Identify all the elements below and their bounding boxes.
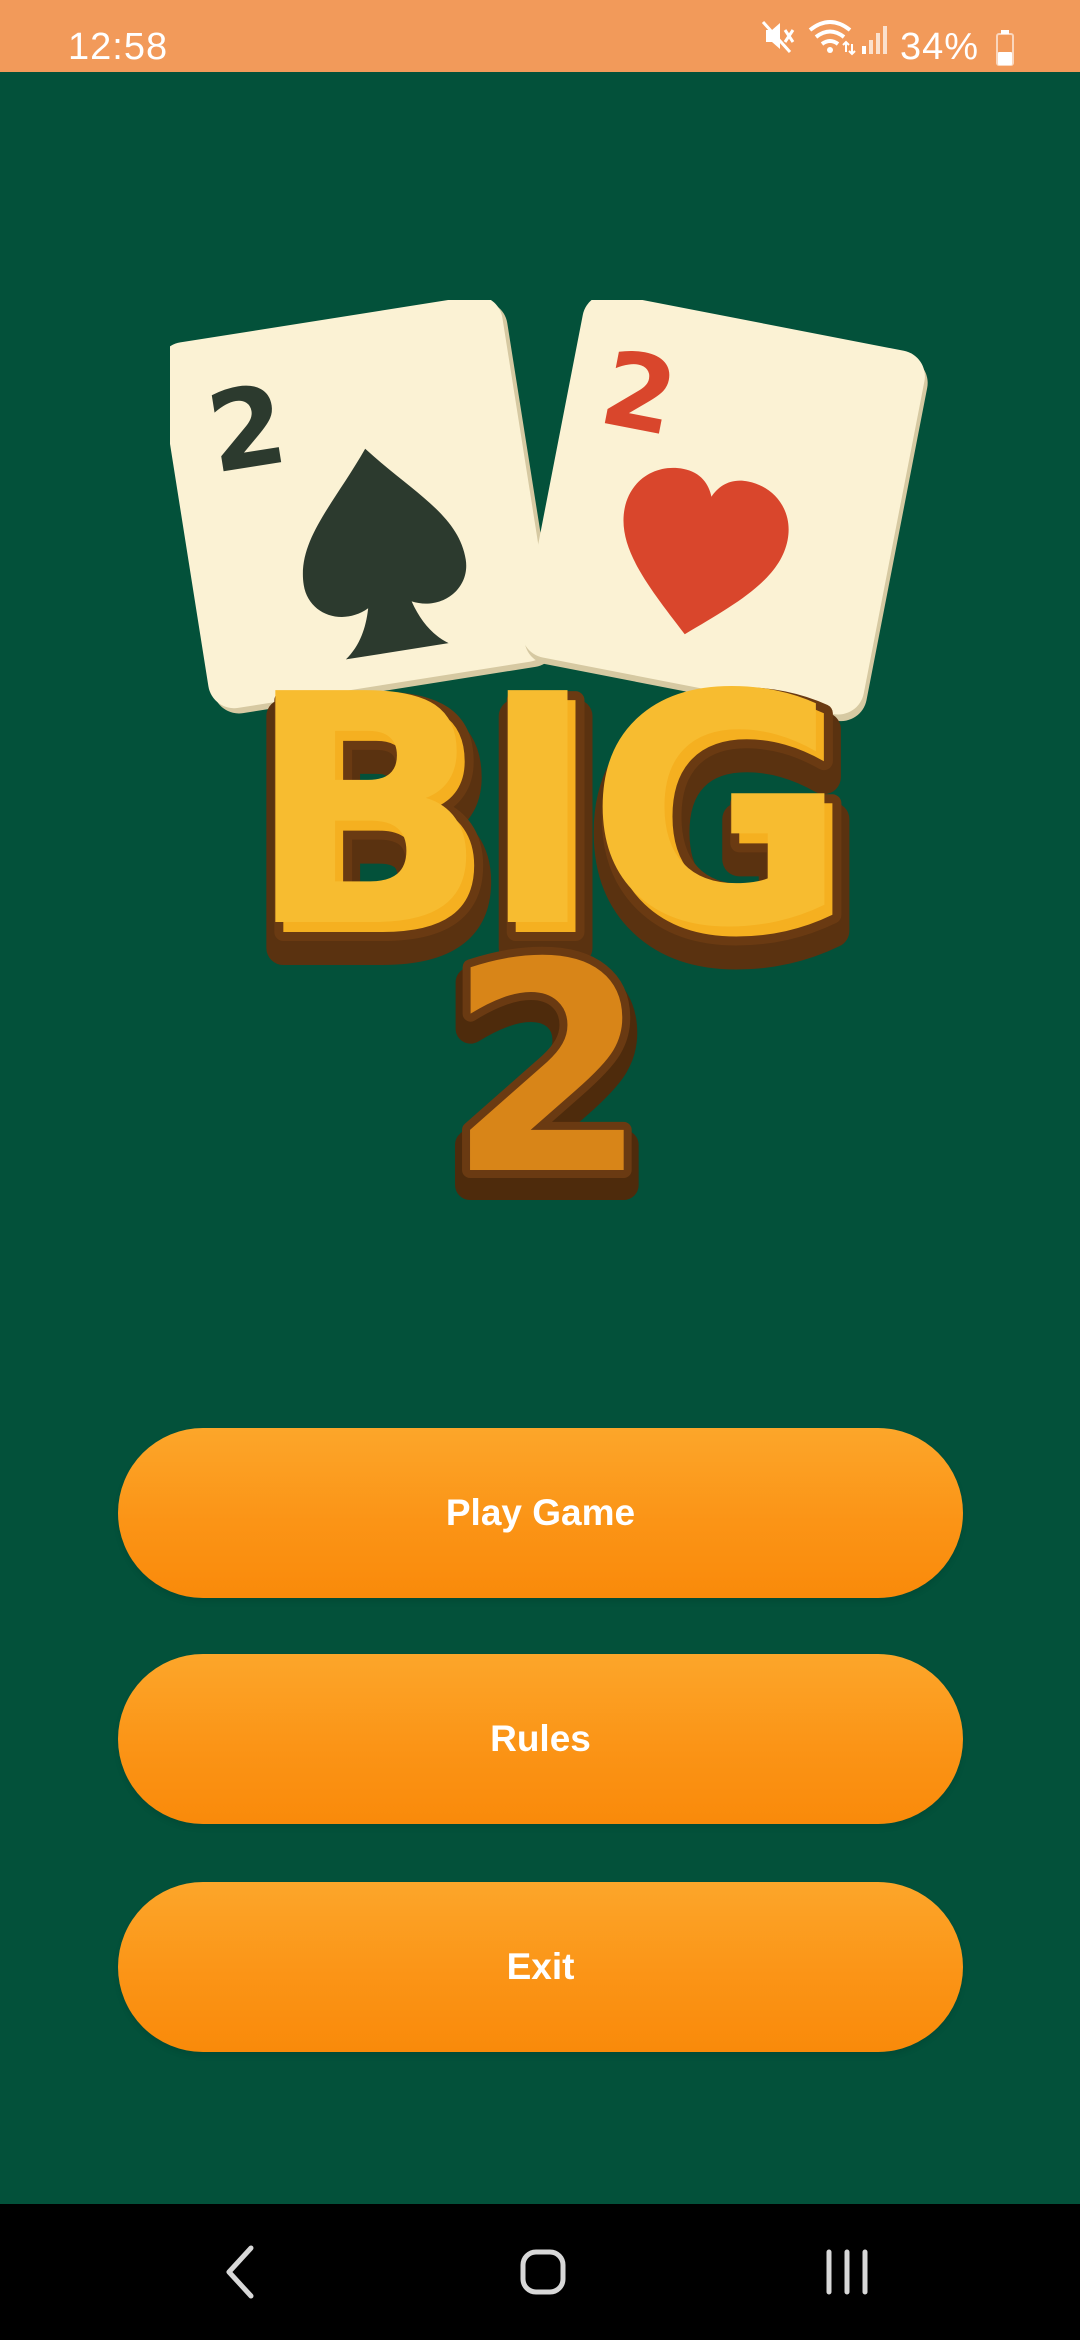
mute-icon — [761, 20, 795, 54]
rules-button[interactable]: Rules — [118, 1654, 963, 1824]
big-2-logo: 2 2 BIG BIG BIG 2 2 — [170, 300, 928, 1200]
home-icon[interactable] — [498, 2234, 588, 2310]
main-menu-screen: 12:58 34% 2 2 BIG BIG BIG 2 2 Play Game … — [0, 0, 1080, 2340]
svg-text:2: 2 — [447, 902, 649, 1200]
back-icon[interactable] — [197, 2234, 287, 2310]
status-bar: 12:58 34% — [0, 0, 1080, 72]
recent-apps-icon[interactable] — [802, 2234, 892, 2310]
navigation-bar — [0, 2204, 1080, 2340]
exit-button[interactable]: Exit — [118, 1882, 963, 2052]
wifi-icon — [808, 20, 856, 56]
logo-2-number: 2 2 — [432, 894, 664, 1200]
status-time: 12:58 — [68, 26, 169, 68]
battery-icon — [996, 30, 1014, 66]
play-game-button[interactable]: Play Game — [118, 1428, 963, 1598]
signal-icon — [862, 26, 887, 54]
battery-percent: 34% — [900, 26, 980, 68]
